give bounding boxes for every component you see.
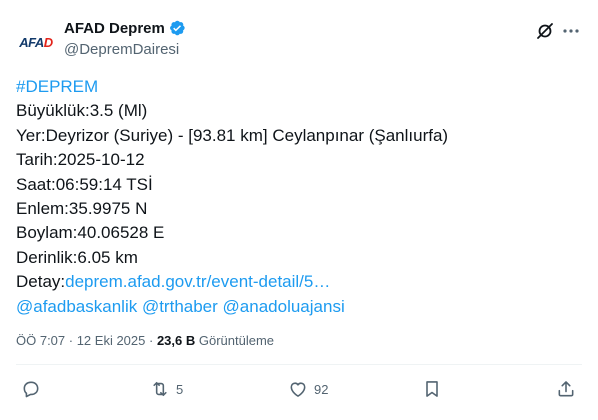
location-line: Yer:Deyrizor (Suriye) - [93.81 km] Ceyla… (16, 125, 449, 145)
reply-button[interactable] (21, 378, 47, 400)
date-line: Tarih:2025-10-12 (16, 150, 145, 170)
tweet-time[interactable]: ÖÖ 7:07 (16, 333, 65, 348)
time-line: Saat:06:59:14 TSİ (16, 174, 153, 194)
magnitude-line: Büyüklük:3.5 (Ml) (16, 101, 148, 121)
tweet[interactable]: AFAD AFAD Deprem @DepremDairesi #DEPREM … (0, 0, 598, 420)
like-count: 92 (314, 381, 329, 397)
detail-label: Detay: (16, 272, 66, 292)
more-options-icon[interactable] (561, 21, 581, 41)
grok-icon[interactable] (535, 21, 555, 41)
mention-afadbaskanlik[interactable]: @afadbaskanlik (16, 297, 137, 316)
share-icon (558, 381, 574, 397)
latitude-line: Enlem:35.9975 N (16, 198, 148, 218)
reply-icon (23, 381, 39, 398)
longitude-line: Boylam:40.06528 E (16, 223, 165, 243)
hashtag-link[interactable]: #DEPREM (16, 77, 98, 96)
repost-icon (153, 381, 167, 397)
tweet-text: #DEPREM Büyüklük:3.5 (Ml) Yer:Deyrizor (… (16, 75, 582, 319)
share-button[interactable] (556, 378, 576, 400)
repost-button[interactable]: 5 (150, 378, 183, 400)
account-names: AFAD Deprem @DepremDairesi (64, 18, 186, 60)
repost-count: 5 (176, 381, 184, 397)
bookmark-icon (426, 381, 438, 397)
views-label: Görüntüleme (195, 333, 275, 348)
like-button[interactable]: 92 (288, 378, 328, 400)
display-name[interactable]: AFAD Deprem (64, 20, 165, 37)
bookmark-button[interactable] (422, 378, 442, 400)
afad-logo: AFAD (19, 34, 53, 50)
tweet-date[interactable]: 12 Eki 2025 (77, 333, 146, 348)
tweet-meta: ÖÖ 7:07 · 12 Eki 2025 · 23,6 B Görüntüle… (16, 333, 275, 348)
divider (16, 364, 582, 365)
verified-badge-icon[interactable] (168, 19, 186, 37)
handle[interactable]: @DepremDairesi (64, 40, 186, 60)
avatar[interactable]: AFAD (16, 22, 56, 62)
depth-line: Derinlik:6.05 km (16, 247, 138, 267)
views-count: 23,6 B (156, 333, 196, 348)
heart-icon (290, 382, 306, 397)
detail-link[interactable]: deprem.afad.gov.tr/event-detail/5… (65, 272, 330, 291)
mention-trthaber[interactable]: @trthaber (142, 297, 218, 316)
mention-anadoluajansi[interactable]: @anadoluajansi (223, 297, 345, 316)
